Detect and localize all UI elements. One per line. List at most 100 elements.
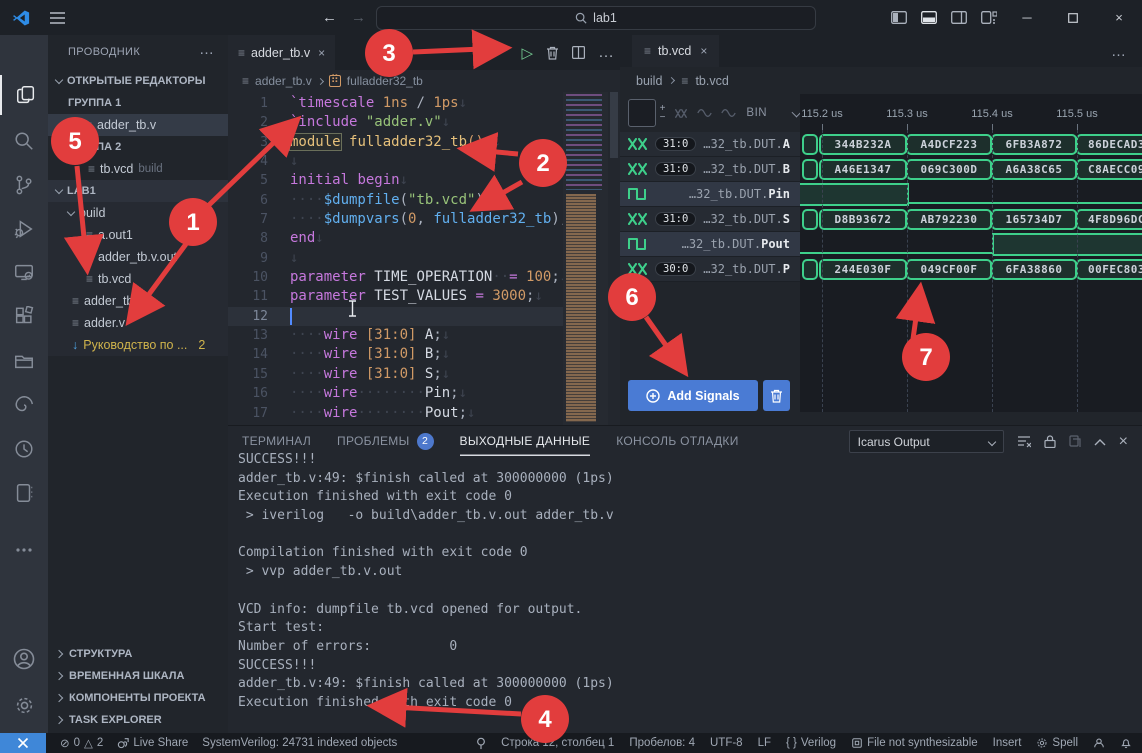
indexer-status[interactable]: SystemVerilog: 24731 indexed objects bbox=[202, 737, 397, 749]
close-icon[interactable]: × bbox=[700, 44, 707, 58]
signal-s[interactable]: 31:0…32_tb.DUT.S bbox=[620, 207, 800, 232]
wave-more-icon[interactable]: … bbox=[1111, 43, 1126, 60]
tree-item--2[interactable]: ГРУППА 2 bbox=[48, 136, 228, 158]
wave-breadcrumb[interactable]: build ≡ tb.vcd bbox=[620, 67, 1142, 94]
clear-output-icon[interactable] bbox=[1017, 435, 1031, 448]
toggle-panel-icon[interactable] bbox=[921, 11, 937, 24]
breadcrumb-file[interactable]: adder_tb.v bbox=[255, 74, 312, 88]
analog-wave-icon[interactable] bbox=[697, 108, 712, 118]
tree-item-adder_tb.v.out[interactable]: ≡adder_tb.v.out bbox=[48, 246, 228, 268]
extensions-icon[interactable] bbox=[0, 297, 48, 337]
indentation[interactable]: Пробелов: 4 bbox=[629, 737, 695, 749]
tree-item-tb.vcd[interactable]: ≡tb.vcd bbox=[48, 268, 228, 290]
remove-signals-button[interactable] bbox=[763, 380, 790, 411]
maximize-panel-icon[interactable] bbox=[1094, 438, 1106, 446]
tree-item--1[interactable]: ГРУППА 1 bbox=[48, 92, 228, 114]
close-icon[interactable]: × bbox=[318, 46, 325, 60]
minimap[interactable] bbox=[563, 92, 608, 425]
live-share-button[interactable]: Live Share bbox=[117, 737, 188, 749]
breadcrumb-folder[interactable]: build bbox=[636, 74, 662, 88]
encoding[interactable]: UTF-8 bbox=[710, 737, 743, 749]
editor-more-icon[interactable]: … bbox=[598, 44, 614, 62]
spiral-extension-icon[interactable] bbox=[0, 385, 48, 425]
command-search-input[interactable]: lab1 bbox=[376, 6, 816, 30]
signal-p[interactable]: 30:0…32_tb.DUT.P bbox=[620, 257, 800, 282]
minimize-button[interactable]: ─ bbox=[1004, 0, 1050, 35]
section-компоненты-проекта[interactable]: КОМПОНЕНТЫ ПРОЕКТА bbox=[48, 687, 228, 709]
radix-select[interactable]: BIN bbox=[746, 107, 767, 119]
tree-item-adder_tb.v[interactable]: ≡adder_tb.v bbox=[48, 114, 228, 136]
run-debug-icon[interactable] bbox=[0, 209, 48, 249]
ports-icon[interactable] bbox=[476, 737, 486, 750]
waveform-area[interactable]: 115.2 us115.3 us115.4 us115.5 us 344B232… bbox=[800, 94, 1142, 412]
language-mode[interactable]: { }Verilog bbox=[786, 737, 836, 749]
tree-item--...[interactable]: ↓Руководство по ...2 bbox=[48, 334, 228, 356]
signal-pin[interactable]: …32_tb.DUT.Pin bbox=[620, 182, 800, 207]
synthesis-status[interactable]: File not synthesizable bbox=[851, 737, 978, 749]
color-swatch[interactable] bbox=[628, 99, 656, 127]
spell-checker[interactable]: Spell bbox=[1036, 737, 1078, 749]
toggle-secondary-sidebar-icon[interactable] bbox=[951, 11, 967, 24]
breadcrumb[interactable]: ≡ adder_tb.v ⠿ fulladder32_tb bbox=[228, 70, 620, 92]
tree-item-tb.vcd[interactable]: ≡tb.vcdbuild bbox=[48, 158, 228, 180]
eol[interactable]: LF bbox=[758, 737, 771, 749]
analog-wave2-icon[interactable] bbox=[721, 108, 736, 118]
remote-indicator[interactable] bbox=[0, 733, 46, 753]
breadcrumb-symbol[interactable]: fulladder32_tb bbox=[347, 74, 423, 88]
trash-icon[interactable] bbox=[546, 46, 559, 60]
bus-value: AB792230 bbox=[906, 209, 992, 230]
tree-item-lab1[interactable]: LAB1 bbox=[48, 180, 228, 202]
signal-b[interactable]: 31:0…32_tb.DUT.B bbox=[620, 157, 800, 182]
tree-item-adder.v[interactable]: ≡adder.v bbox=[48, 312, 228, 334]
tree-item-a.out1[interactable]: ≡a.out1 bbox=[48, 224, 228, 246]
output-channel-select[interactable]: Icarus Output bbox=[849, 430, 1004, 453]
section-task-explorer[interactable]: TASK EXPLORER bbox=[48, 709, 228, 731]
section-структура[interactable]: СТРУКТУРА bbox=[48, 643, 228, 665]
open-in-editor-icon[interactable] bbox=[1069, 435, 1081, 448]
lock-icon[interactable] bbox=[1044, 435, 1056, 448]
notebook-extension-icon[interactable] bbox=[0, 473, 48, 513]
terminal-output[interactable]: SUCCESS!!!adder_tb.v:49: $finish called … bbox=[238, 451, 1128, 731]
source-control-icon[interactable] bbox=[0, 165, 48, 205]
search-icon[interactable] bbox=[0, 121, 48, 161]
settings-gear-icon[interactable] bbox=[0, 685, 48, 725]
signal-a[interactable]: 31:0…32_tb.DUT.A bbox=[620, 132, 800, 157]
section-временная-шкала[interactable]: ВРЕМЕННАЯ ШКАЛА bbox=[48, 665, 228, 687]
bell-icon[interactable] bbox=[1120, 737, 1132, 749]
customize-layout-icon[interactable] bbox=[981, 11, 997, 24]
tree-item--[interactable]: ОТКРЫТЫЕ РЕДАКТОРЫ bbox=[48, 70, 228, 92]
clock-extension-icon[interactable] bbox=[0, 429, 48, 469]
breadcrumb-file[interactable]: tb.vcd bbox=[695, 74, 728, 88]
feedback-icon[interactable] bbox=[1093, 737, 1105, 749]
insert-mode[interactable]: Insert bbox=[993, 737, 1022, 749]
maximize-button[interactable] bbox=[1050, 0, 1096, 35]
project-folder-icon[interactable] bbox=[0, 341, 48, 381]
remote-explorer-icon[interactable] bbox=[0, 253, 48, 293]
problems-status[interactable]: ⊘0△2 bbox=[60, 736, 103, 750]
file-icon: ≡ bbox=[86, 272, 93, 286]
add-signals-button[interactable]: Add Signals bbox=[628, 380, 758, 411]
split-editor-icon[interactable] bbox=[572, 46, 585, 59]
close-panel-icon[interactable]: × bbox=[1119, 433, 1128, 451]
account-icon[interactable] bbox=[0, 639, 48, 679]
editor-scrollbar[interactable] bbox=[608, 92, 620, 425]
sidebar-more-icon[interactable]: … bbox=[199, 41, 214, 58]
run-play-icon[interactable]: ▷ bbox=[521, 44, 533, 62]
nav-forward-icon[interactable]: → bbox=[351, 9, 366, 26]
more-actions-icon[interactable] bbox=[0, 530, 48, 570]
explorer-icon[interactable] bbox=[0, 75, 50, 115]
tab-adder-tb-v[interactable]: ≡ adder_tb.v × bbox=[228, 35, 335, 70]
bus-format-icon[interactable] bbox=[674, 109, 688, 118]
toggle-sidebar-icon[interactable] bbox=[891, 11, 907, 24]
zoom-minus-icon[interactable]: − bbox=[660, 113, 666, 122]
menu-icon[interactable] bbox=[50, 12, 65, 24]
tree-item-adder_tb.v[interactable]: ≡adder_tb.v bbox=[48, 290, 228, 312]
nav-back-icon[interactable]: ← bbox=[322, 9, 337, 26]
tab-tb-vcd[interactable]: ≡ tb.vcd × bbox=[632, 35, 719, 67]
error-icon: ⊘ bbox=[60, 736, 70, 750]
signal-pout[interactable]: …32_tb.DUT.Pout bbox=[620, 232, 800, 257]
code-editor[interactable]: 1`timescale 1ns / 1ps↓2`include "adder.v… bbox=[228, 92, 620, 425]
tree-item-build[interactable]: build bbox=[48, 202, 228, 224]
cursor-position[interactable]: Строка 12, столбец 1 bbox=[501, 737, 614, 749]
close-button[interactable]: × bbox=[1096, 0, 1142, 35]
